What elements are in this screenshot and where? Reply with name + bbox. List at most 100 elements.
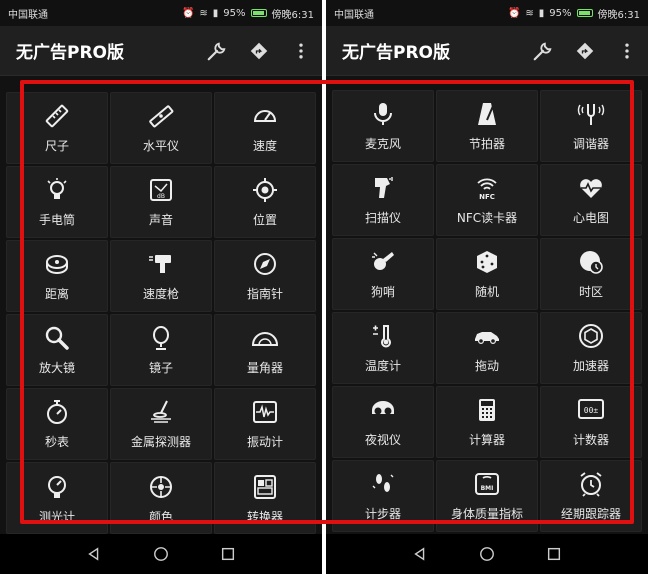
- recents-icon[interactable]: [545, 545, 563, 563]
- system-nav-bar: [326, 534, 648, 574]
- tool-tile-compass[interactable]: 指南针: [214, 240, 316, 312]
- dice-icon: [477, 251, 497, 273]
- tool-tile-distance[interactable]: 距离: [6, 240, 108, 312]
- tool-tile-ecg[interactable]: 心电图: [540, 164, 642, 236]
- system-nav-bar: [0, 534, 322, 574]
- tool-tile-pedometer[interactable]: 计步器: [332, 460, 434, 532]
- metronome-icon: [478, 103, 496, 125]
- tool-tile-dog-whistle[interactable]: 狗哨: [332, 238, 434, 310]
- tool-tile-night-vision[interactable]: 夜视仪: [332, 386, 434, 458]
- tool-grid-left: 尺子 水平仪 速度 手电筒 dB 声音 位置 距离 速度枪 指南针 放大镜 镜子…: [6, 92, 316, 534]
- clock: 傍晚6:31: [597, 9, 640, 21]
- tool-tile-scanner[interactable]: 扫描仪: [332, 164, 434, 236]
- tool-tile-vibration[interactable]: 振动计: [214, 388, 316, 460]
- stopwatch-icon: [47, 400, 67, 424]
- more-options-icon[interactable]: [290, 40, 312, 62]
- sound-db-text: dB: [157, 193, 165, 200]
- app-bar: 无广告PRO版: [326, 26, 648, 76]
- directions-icon[interactable]: [248, 40, 270, 62]
- tool-grid-right: 麦克风 节拍器 调谐器 扫描仪 NFC NFC读卡器 心电图 狗哨 随机 时区 …: [332, 90, 642, 532]
- tool-tile-magnifier[interactable]: 放大镜: [6, 314, 108, 386]
- protractor-icon: [251, 332, 279, 346]
- ruler-icon: [45, 104, 69, 128]
- tool-tile-mirror[interactable]: 镜子: [110, 314, 212, 386]
- wrench-icon[interactable]: [532, 40, 554, 62]
- wrench-icon[interactable]: [206, 40, 228, 62]
- tool-tile-metronome[interactable]: 节拍器: [436, 90, 538, 162]
- accelerometer-icon: [579, 324, 603, 348]
- counter-icon: 00±: [578, 399, 604, 419]
- night-vision-icon: [372, 401, 394, 415]
- recents-icon[interactable]: [219, 545, 237, 563]
- clock: 傍晚6:31: [271, 9, 314, 21]
- tool-tile-random[interactable]: 随机: [436, 238, 538, 310]
- tool-tile-protractor[interactable]: 量角器: [214, 314, 316, 386]
- tool-tile-ruler[interactable]: 尺子: [6, 92, 108, 164]
- metal-detector-icon: [151, 400, 171, 423]
- whistle-icon: [372, 252, 394, 270]
- tool-tile-speed-gun[interactable]: 速度枪: [110, 240, 212, 312]
- tool-tile-color[interactable]: 颜色: [110, 462, 212, 534]
- more-options-icon[interactable]: [616, 40, 638, 62]
- bmi-text: BMI: [481, 485, 494, 492]
- carrier-label: 中国联通: [334, 9, 374, 21]
- nfc-icon: NFC: [477, 178, 497, 201]
- bmi-scale-icon: BMI: [475, 473, 499, 495]
- tool-tile-period-tracker[interactable]: 经期跟踪器: [540, 460, 642, 532]
- footsteps-icon: [372, 474, 394, 492]
- tool-tile-counter[interactable]: 00± 计数器: [540, 386, 642, 458]
- tool-tile-bmi[interactable]: BMI 身体质量指标: [436, 460, 538, 532]
- battery-icon: [576, 9, 593, 17]
- tool-tile-microphone[interactable]: 麦克风: [332, 90, 434, 162]
- location-icon: [253, 178, 277, 202]
- heart-rate-icon: [580, 179, 602, 198]
- tape-measure-icon: [46, 255, 68, 274]
- phone-screen-left: 中国联通 ⏰ ≋ ▮ 95% 傍晚6:31 无广告PRO版 尺子 水平仪 速度 …: [0, 0, 322, 574]
- app-title: 无广告PRO版: [16, 43, 125, 63]
- tool-tile-thermometer[interactable]: 温度计: [332, 312, 434, 384]
- color-icon: [150, 476, 172, 498]
- nfc-text: NFC: [479, 193, 495, 201]
- tool-tile-location[interactable]: 位置: [214, 166, 316, 238]
- tool-tile-metal-detector[interactable]: 金属探测器: [110, 388, 212, 460]
- sound-meter-icon: dB: [150, 179, 172, 201]
- vibration-meter-icon: [253, 401, 277, 423]
- home-icon[interactable]: [478, 545, 496, 563]
- wifi-icon: ≋: [525, 7, 534, 19]
- back-icon[interactable]: [411, 545, 429, 563]
- tool-tile-timezone[interactable]: 时区: [540, 238, 642, 310]
- app-title: 无广告PRO版: [342, 43, 451, 63]
- tool-tile-tuner[interactable]: 调谐器: [540, 90, 642, 162]
- tool-tile-speed[interactable]: 速度: [214, 92, 316, 164]
- microphone-icon: [374, 103, 392, 125]
- tuning-fork-icon: [577, 104, 605, 125]
- tool-tile-stopwatch[interactable]: 秒表: [6, 388, 108, 460]
- calculator-icon: [479, 399, 495, 421]
- tool-tile-nfc[interactable]: NFC NFC读卡器: [436, 164, 538, 236]
- tool-tile-sound[interactable]: dB 声音: [110, 166, 212, 238]
- light-meter-icon: [48, 476, 66, 498]
- tool-tile-calculator[interactable]: 计算器: [436, 386, 538, 458]
- level-icon: [149, 105, 174, 128]
- back-icon[interactable]: [85, 545, 103, 563]
- speedometer-icon: [253, 110, 277, 122]
- battery-percent: 95%: [549, 7, 572, 19]
- battery-icon: [250, 9, 267, 17]
- status-bar: 中国联通 ⏰ ≋ ▮ 95% 傍晚6:31: [0, 0, 322, 26]
- tool-tile-drag[interactable]: 拖动: [436, 312, 538, 384]
- signal-icon: ▮: [212, 7, 219, 19]
- compass-icon: [254, 253, 276, 275]
- home-icon[interactable]: [152, 545, 170, 563]
- barcode-scanner-icon: [375, 177, 393, 198]
- alarm-icon: ⏰: [507, 7, 521, 19]
- counter-display: 00±: [584, 406, 599, 415]
- carrier-label: 中国联通: [8, 9, 48, 21]
- tool-tile-flashlight[interactable]: 手电筒: [6, 166, 108, 238]
- mirror-icon: [153, 326, 169, 350]
- tool-tile-light-meter[interactable]: 测光计: [6, 462, 108, 534]
- tool-tile-accelerometer[interactable]: 加速器: [540, 312, 642, 384]
- tool-tile-level[interactable]: 水平仪: [110, 92, 212, 164]
- converter-icon: [254, 475, 276, 499]
- directions-icon[interactable]: [574, 40, 596, 62]
- tool-tile-converter[interactable]: 转换器: [214, 462, 316, 534]
